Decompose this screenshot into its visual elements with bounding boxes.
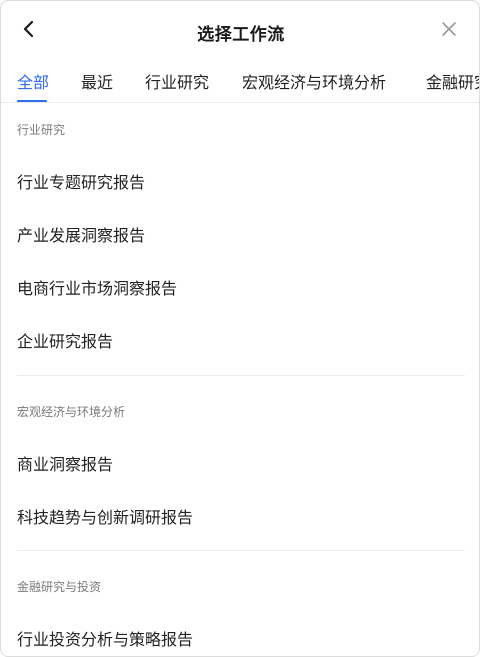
dialog-header: 选择工作流 bbox=[1, 1, 479, 57]
tab-industry-research[interactable]: 行业研究 bbox=[145, 69, 209, 93]
list-item[interactable]: 商业洞察报告 bbox=[17, 451, 113, 475]
tab-recent[interactable]: 最近 bbox=[81, 69, 113, 93]
list-item[interactable]: 行业投资分析与策略报告 bbox=[17, 626, 193, 650]
tab-all[interactable]: 全部 bbox=[17, 69, 49, 93]
tab-finance-research[interactable]: 金融研究 bbox=[426, 69, 479, 93]
list-item[interactable]: 科技趋势与创新调研报告 bbox=[17, 504, 193, 528]
list-item[interactable]: 企业研究报告 bbox=[17, 328, 113, 352]
section-label-macro: 宏观经济与环境分析 bbox=[17, 405, 126, 419]
list-item[interactable]: 行业专题研究报告 bbox=[17, 169, 145, 193]
list-item[interactable]: 电商行业市场洞察报告 bbox=[17, 275, 177, 299]
active-tab-indicator bbox=[17, 100, 47, 102]
close-icon bbox=[442, 22, 456, 36]
close-button[interactable] bbox=[435, 15, 463, 43]
tab-macro-economy[interactable]: 宏观经济与环境分析 bbox=[242, 69, 386, 93]
section-label-industry: 行业研究 bbox=[17, 123, 66, 137]
section-divider bbox=[17, 550, 465, 551]
list-item[interactable]: 产业发展洞察报告 bbox=[17, 222, 145, 246]
section-divider bbox=[17, 375, 465, 376]
section-label-finance: 金融研究与投资 bbox=[17, 580, 102, 594]
workflow-picker-dialog: 选择工作流 全部 最近 行业研究 宏观经济与环境分析 金融研究 行业研究 行业专… bbox=[0, 0, 480, 657]
page-title: 选择工作流 bbox=[197, 25, 285, 45]
tab-bar: 全部 最近 行业研究 宏观经济与环境分析 金融研究 bbox=[1, 57, 479, 103]
